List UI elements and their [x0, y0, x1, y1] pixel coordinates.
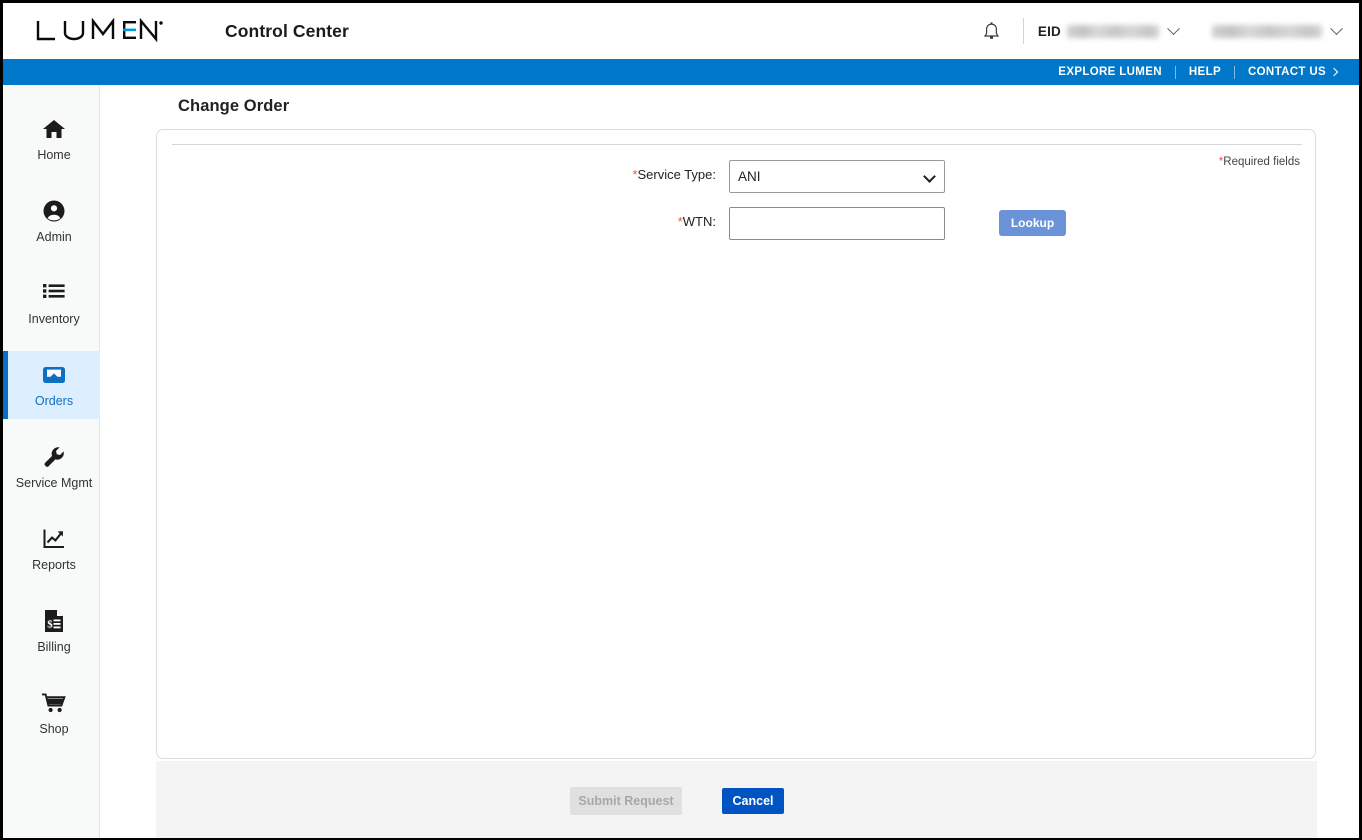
left-sidebar-nav: Home Admin Inventory Orders Service Mgmt… [3, 85, 100, 838]
inbox-tray-icon [41, 362, 67, 388]
utility-nav-bar: EXPLORE LUMEN HELP CONTACT US [3, 59, 1359, 85]
list-icon [42, 280, 66, 306]
sidebar-item-label: Billing [37, 640, 71, 654]
form-row-service-type: *Service Type: ANI [157, 160, 1315, 193]
user-account-selector[interactable] [1212, 21, 1343, 38]
user-name-redacted [1212, 24, 1322, 38]
wtn-label-text: WTN: [682, 214, 716, 229]
sidebar-item-label: Admin [36, 230, 72, 244]
header-divider [1022, 18, 1024, 44]
notification-bell-icon [984, 21, 1000, 39]
nav-contact-us[interactable]: CONTACT US [1247, 66, 1339, 78]
top-header: Control Center EID [3, 3, 1359, 59]
service-type-control: ANI [729, 160, 945, 193]
nav-divider [1174, 65, 1176, 79]
user-circle-icon [42, 198, 66, 224]
svg-text:$: $ [47, 618, 53, 630]
lumen-logo-icon [36, 18, 163, 43]
cancel-button[interactable]: Cancel [722, 788, 784, 814]
wtn-label: *WTN: [157, 207, 729, 229]
form-row-wtn: *WTN: Lookup [157, 207, 1315, 240]
nav-help[interactable]: HELP [1189, 66, 1221, 78]
wtn-control [729, 207, 945, 240]
header-right-group: EID [975, 3, 1343, 59]
service-type-label-text: Service Type: [637, 167, 716, 182]
sidebar-item-orders[interactable]: Orders [3, 351, 100, 419]
page-title: Change Order [178, 97, 290, 115]
sidebar-item-label: Service Mgmt [15, 476, 93, 490]
chevron-down-icon [1330, 21, 1343, 35]
wtn-input[interactable] [729, 207, 945, 240]
sidebar-item-service-mgmt[interactable]: Service Mgmt [3, 433, 100, 501]
card-top-divider [172, 144, 1302, 145]
change-order-form: *Service Type: ANI *WTN: Lookup [157, 160, 1315, 254]
shopping-cart-icon [41, 690, 67, 716]
main-content: Change Order *Required fields *Service T… [101, 85, 1359, 838]
chevron-right-icon [1329, 67, 1339, 77]
eid-selector[interactable]: EID [1037, 21, 1180, 39]
form-footer: Submit Request Cancel [156, 761, 1317, 838]
nav-divider [1233, 65, 1235, 79]
sidebar-item-label: Inventory [28, 312, 80, 326]
change-order-card: *Required fields *Service Type: ANI *WTN… [156, 129, 1316, 759]
sidebar-item-label: Home [37, 148, 71, 162]
service-type-select[interactable]: ANI [729, 160, 945, 193]
sidebar-item-label: Shop [39, 722, 69, 736]
sidebar-item-label: Reports [32, 558, 76, 572]
chevron-down-icon [1167, 21, 1180, 35]
nav-explore-lumen[interactable]: EXPLORE LUMEN [1058, 66, 1162, 78]
notification-bell-button[interactable] [975, 14, 1009, 48]
sidebar-item-billing[interactable]: $ Billing [3, 597, 100, 665]
nav-contact-us-label: CONTACT US [1247, 66, 1326, 78]
app-title: Control Center [225, 20, 349, 41]
lumen-logo[interactable] [35, 18, 165, 44]
app-window: Control Center EID EXPLORE LUMEN HELP CO… [3, 3, 1359, 838]
sidebar-item-inventory[interactable]: Inventory [3, 269, 100, 337]
chart-line-icon [42, 526, 66, 552]
sidebar-item-home[interactable]: Home [3, 105, 100, 173]
invoice-icon: $ [43, 608, 65, 634]
lookup-button[interactable]: Lookup [999, 210, 1066, 236]
service-type-label: *Service Type: [157, 160, 729, 182]
wrench-icon [42, 444, 66, 470]
submit-request-button[interactable]: Submit Request [570, 787, 682, 815]
eid-label: EID [1037, 23, 1061, 39]
sidebar-item-shop[interactable]: Shop [3, 679, 100, 747]
home-icon [42, 116, 66, 142]
sidebar-item-admin[interactable]: Admin [3, 187, 100, 255]
eid-value-redacted [1067, 24, 1159, 38]
sidebar-item-reports[interactable]: Reports [3, 515, 100, 583]
sidebar-item-label: Orders [34, 394, 74, 408]
